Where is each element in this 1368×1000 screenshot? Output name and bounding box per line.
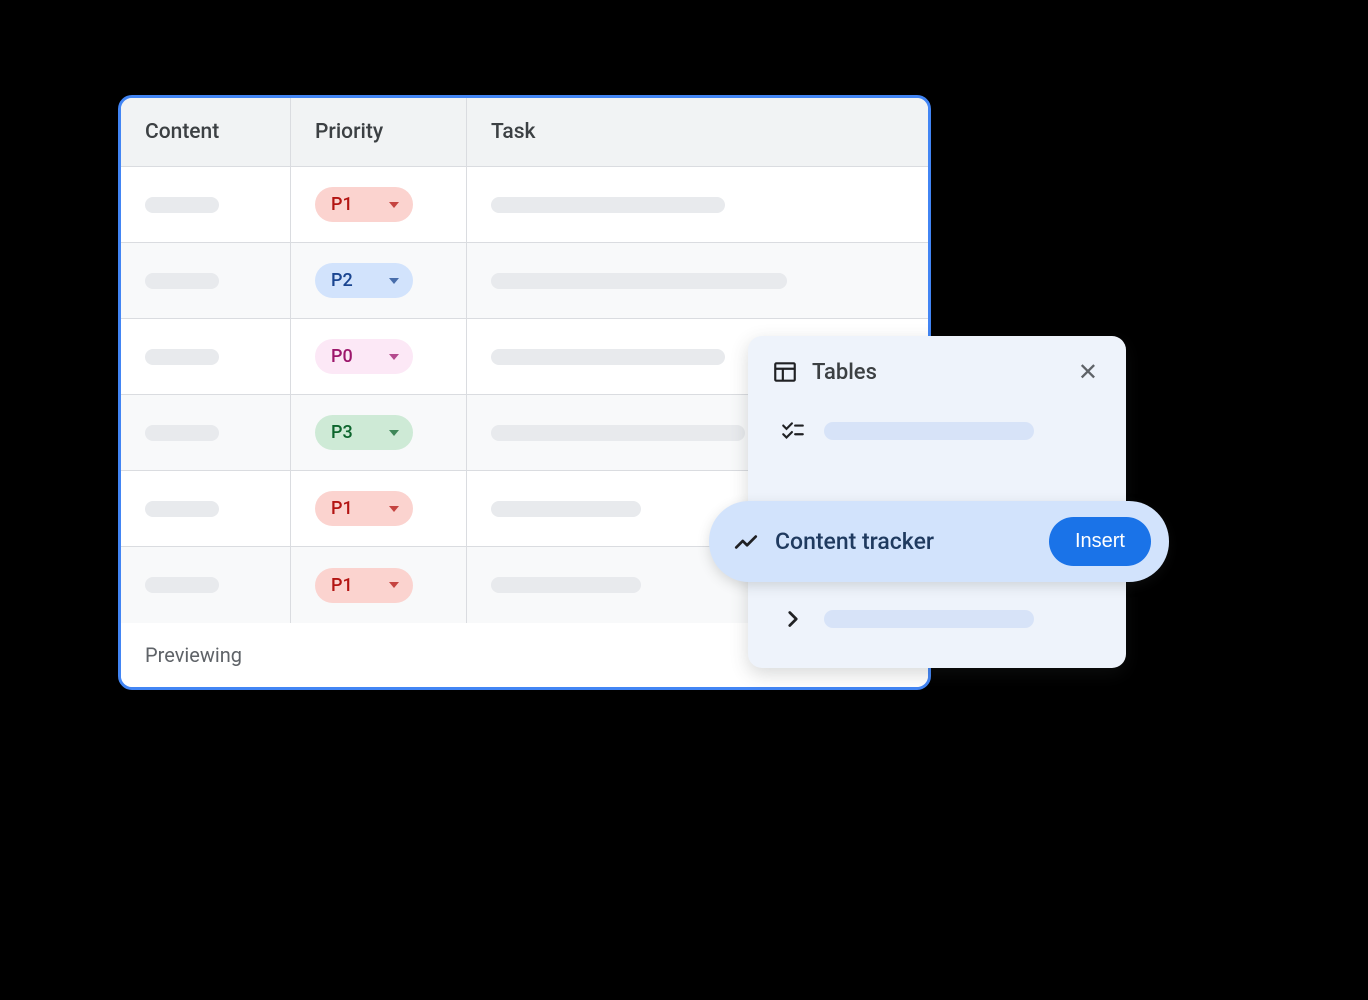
cell-priority: P0	[291, 319, 467, 394]
priority-label: P1	[331, 194, 353, 215]
panel-item-content-tracker[interactable]: Content tracker Insert	[709, 501, 1169, 582]
chevron-down-icon	[389, 582, 399, 588]
priority-chip[interactable]: P3	[315, 415, 413, 450]
priority-label: P0	[331, 346, 353, 367]
priority-chip[interactable]: P2	[315, 263, 413, 298]
panel-item[interactable]	[772, 406, 1102, 456]
placeholder-skeleton	[491, 197, 725, 213]
column-header-priority[interactable]: Priority	[291, 98, 467, 166]
panel-header: Tables ✕	[772, 356, 1102, 388]
placeholder-skeleton	[145, 349, 219, 365]
cell-priority: P1	[291, 471, 467, 546]
checklist-icon	[780, 418, 806, 444]
trend-icon	[733, 529, 759, 555]
cell-content	[121, 395, 291, 470]
placeholder-skeleton	[491, 273, 787, 289]
cell-content	[121, 243, 291, 318]
table-icon	[772, 359, 798, 385]
panel-item[interactable]	[772, 594, 1102, 644]
cell-task	[467, 243, 928, 318]
cell-content	[121, 167, 291, 242]
placeholder-skeleton	[491, 349, 725, 365]
panel-title: Tables	[812, 360, 1060, 385]
priority-chip[interactable]: P1	[315, 568, 413, 603]
placeholder-skeleton	[145, 425, 219, 441]
placeholder-skeleton	[145, 577, 219, 593]
placeholder-skeleton	[491, 501, 641, 517]
cell-priority: P2	[291, 243, 467, 318]
priority-label: P1	[331, 498, 353, 519]
cell-priority: P1	[291, 167, 467, 242]
placeholder-skeleton	[491, 577, 641, 593]
chevron-down-icon	[389, 506, 399, 512]
cell-content	[121, 319, 291, 394]
placeholder-skeleton	[824, 610, 1034, 628]
chevron-down-icon	[389, 278, 399, 284]
cell-task	[467, 167, 928, 242]
priority-chip[interactable]: P1	[315, 187, 413, 222]
table-row: P2	[121, 243, 928, 319]
cell-priority: P3	[291, 395, 467, 470]
insert-button[interactable]: Insert	[1049, 517, 1151, 566]
table-row: P1	[121, 167, 928, 243]
chevron-down-icon	[389, 202, 399, 208]
table-header-row: Content Priority Task	[121, 98, 928, 167]
chevron-right-icon	[780, 606, 806, 632]
chevron-down-icon	[389, 354, 399, 360]
priority-label: P1	[331, 575, 353, 596]
priority-chip[interactable]: P1	[315, 491, 413, 526]
placeholder-skeleton	[145, 501, 219, 517]
chevron-down-icon	[389, 430, 399, 436]
cell-priority: P1	[291, 547, 467, 623]
placeholder-skeleton	[145, 197, 219, 213]
placeholder-skeleton	[145, 273, 219, 289]
priority-label: P2	[331, 270, 353, 291]
column-header-content[interactable]: Content	[121, 98, 291, 166]
priority-label: P3	[331, 422, 353, 443]
priority-chip[interactable]: P0	[315, 339, 413, 374]
cell-content	[121, 471, 291, 546]
column-header-task[interactable]: Task	[467, 98, 928, 166]
panel-item-label: Content tracker	[775, 528, 1033, 555]
close-icon[interactable]: ✕	[1074, 356, 1102, 388]
placeholder-skeleton	[824, 422, 1034, 440]
cell-content	[121, 547, 291, 623]
placeholder-skeleton	[491, 425, 745, 441]
